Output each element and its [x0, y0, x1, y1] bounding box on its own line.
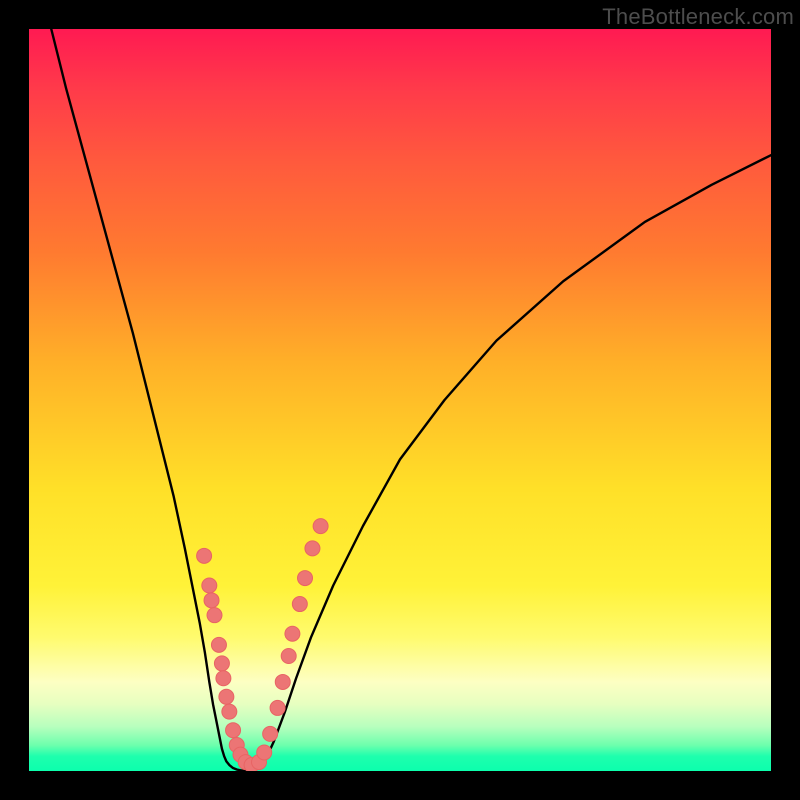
scatter-dot — [305, 541, 320, 556]
scatter-dot — [285, 626, 300, 641]
scatter-dot — [263, 726, 278, 741]
scatter-dot — [292, 597, 307, 612]
watermark-text: TheBottleneck.com — [602, 4, 794, 30]
scatter-dot — [298, 571, 313, 586]
chart-svg — [29, 29, 771, 771]
scatter-dot — [275, 674, 290, 689]
scatter-dot — [207, 608, 222, 623]
scatter-dot — [202, 578, 217, 593]
scatter-dot — [219, 689, 234, 704]
scatter-dot — [216, 671, 231, 686]
scatter-dot — [226, 723, 241, 738]
curve-layer — [51, 29, 771, 771]
scatter-dot — [222, 704, 237, 719]
scatter-dot — [197, 548, 212, 563]
scatter-dot — [257, 745, 272, 760]
scatter-dot — [211, 637, 226, 652]
chart-frame: TheBottleneck.com — [0, 0, 800, 800]
plot-area — [29, 29, 771, 771]
scatter-dot — [204, 593, 219, 608]
curve-2 — [248, 155, 771, 771]
scatter-dot — [281, 648, 296, 663]
scatter-dot — [313, 519, 328, 534]
scatter-dot — [270, 700, 285, 715]
scatter-dot — [214, 656, 229, 671]
